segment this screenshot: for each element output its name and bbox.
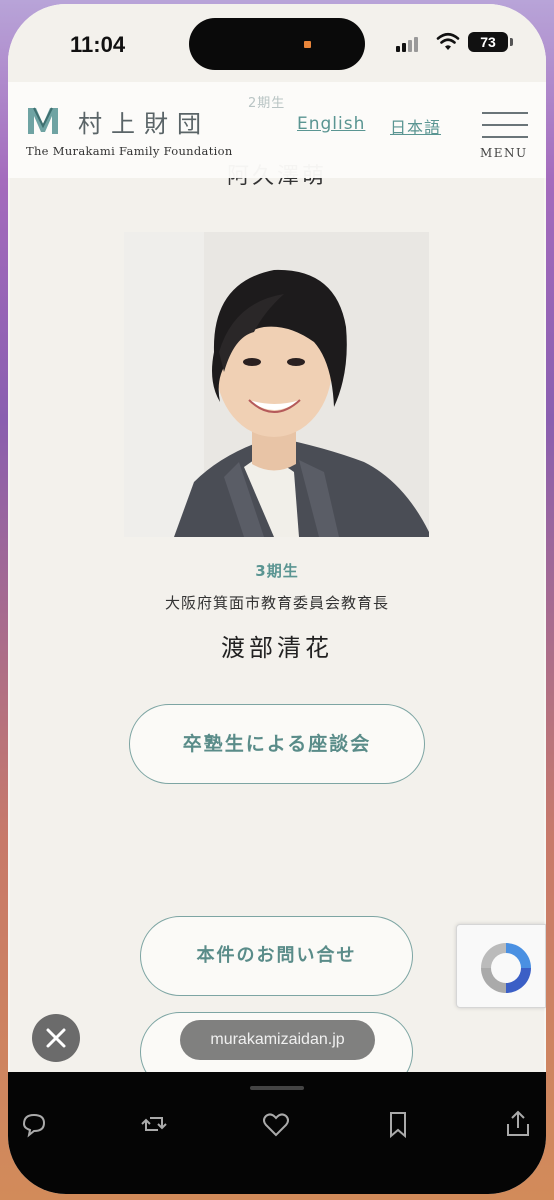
recaptcha-badge[interactable] (456, 924, 546, 1008)
bottom-toolbar (8, 1072, 546, 1194)
alumni-name: 渡部清花 (221, 634, 333, 662)
sheet-grabber[interactable] (250, 1086, 304, 1090)
recording-indicator-icon (304, 41, 311, 48)
faded-cohort-label: 2期生 (248, 96, 286, 111)
status-time: 11:04 (70, 32, 126, 57)
bookmark-icon[interactable] (382, 1108, 414, 1140)
reply-icon[interactable] (18, 1108, 50, 1140)
share-icon[interactable] (502, 1108, 534, 1140)
wifi-icon (436, 32, 460, 50)
contact-button[interactable]: 本件のお問い合せ (140, 916, 413, 996)
recaptcha-icon (481, 943, 531, 993)
alumni-portrait (124, 232, 429, 537)
site-header: 2期生 村上財団 The Murakami Family Foundation … (8, 82, 546, 178)
hamburger-menu-icon[interactable] (482, 110, 528, 140)
alumni-role: 大阪府箕面市教育委員会教育長 (164, 594, 389, 612)
cohort-label: 3期生 (255, 562, 299, 580)
logo-japanese[interactable]: 村上財団 (78, 104, 210, 139)
like-icon[interactable] (260, 1108, 292, 1140)
battery-icon: 73 (468, 32, 513, 52)
language-japanese-link[interactable]: 日本語 (390, 114, 441, 138)
logo-english[interactable]: The Murakami Family Foundation (26, 144, 233, 158)
status-bar: 11:04 73 (8, 4, 546, 84)
dynamic-island (189, 18, 365, 70)
repost-icon[interactable] (138, 1108, 170, 1140)
url-bar[interactable]: murakamizaidan.jp (180, 1020, 375, 1060)
alumni-discussion-button[interactable]: 卒塾生による座談会 (129, 704, 425, 784)
cellular-signal-icon (396, 34, 424, 52)
portrait-illustration (124, 232, 429, 537)
menu-label[interactable]: MENU (480, 146, 528, 160)
language-english-link[interactable]: English (297, 114, 365, 134)
phone-screen: 11:04 73 阿久澤萌 2期生 村上財団 The Murakami Fami… (8, 4, 546, 1194)
foundation-logo-icon[interactable] (26, 104, 60, 138)
close-icon[interactable] (32, 1014, 80, 1062)
